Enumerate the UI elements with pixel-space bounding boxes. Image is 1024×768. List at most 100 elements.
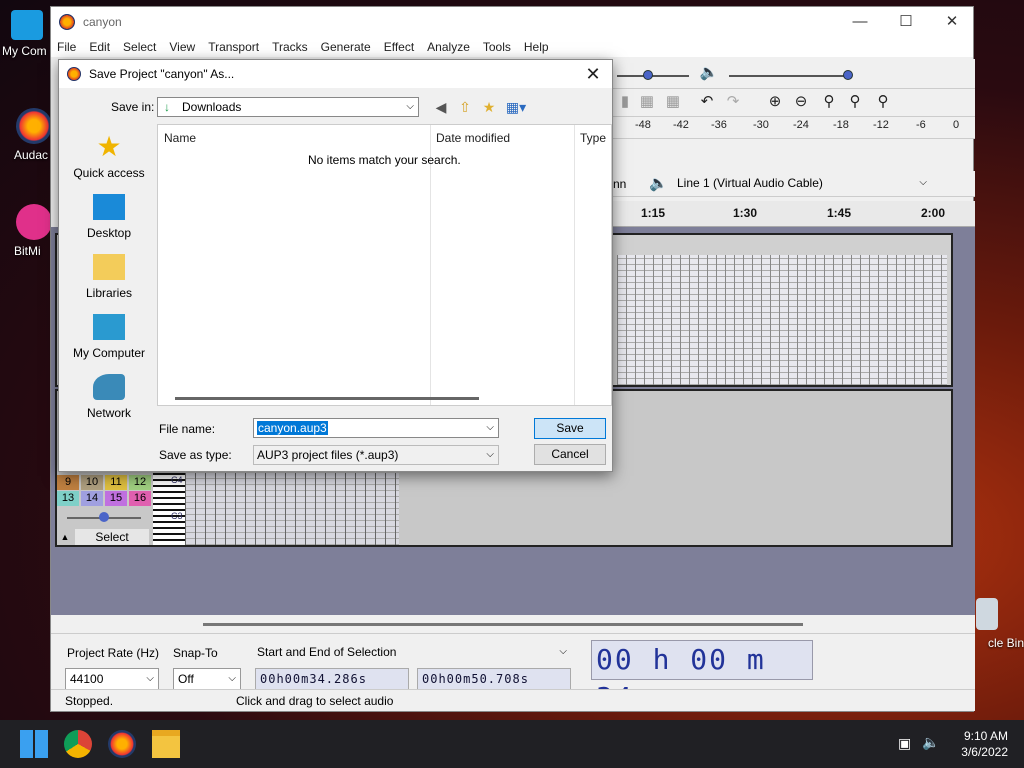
save-as-type-select[interactable]: AUP3 project files (*.aup3) ⌵ [253, 445, 499, 465]
chevron-down-icon[interactable]: ⌵ [486, 419, 494, 437]
bitmidi-icon [16, 204, 52, 240]
menu-view[interactable]: View [169, 40, 195, 54]
selection-toolbar: Project Rate (Hz) 44100 ⌵ Snap-To Off ⌵ … [51, 633, 975, 714]
file-list-scrollbar[interactable] [175, 397, 479, 400]
file-name-input[interactable]: canyon.aup3 ⌵ [253, 418, 499, 438]
zoom-toggle-icon[interactable]: ⚲ [871, 91, 895, 113]
clock[interactable]: 9:10 AM 3/6/2022 [961, 728, 1008, 760]
channel-11[interactable]: 11 [105, 475, 127, 490]
maximize-icon[interactable]: ☐ [883, 11, 929, 35]
menu-transport[interactable]: Transport [208, 40, 259, 54]
playback-volume-slider[interactable] [729, 75, 849, 77]
up-folder-icon[interactable]: ⇧ [455, 97, 475, 117]
menu-select[interactable]: Select [123, 40, 156, 54]
cancel-button[interactable]: Cancel [534, 444, 606, 465]
meter-tick: -6 [916, 119, 926, 131]
menu-analyze[interactable]: Analyze [427, 40, 470, 54]
meter-tick: -30 [753, 119, 769, 131]
desktop-icon [93, 194, 125, 220]
desktop-icon-label: BitMi [14, 244, 41, 258]
save-in-select[interactable]: ↓ Downloads ⌵ [157, 97, 419, 117]
velocity-knob[interactable] [99, 512, 109, 522]
audacity-taskbar-icon[interactable] [108, 730, 136, 758]
fit-project-icon[interactable]: ⚲ [843, 91, 867, 113]
output-device-select[interactable]: Line 1 (Virtual Audio Cable) ⌵ [673, 173, 931, 193]
channel-13[interactable]: 13 [57, 491, 79, 506]
save-button[interactable]: Save [534, 418, 606, 439]
desktop-icon-label: Audac [14, 148, 49, 162]
fit-selection-icon[interactable]: ⚲ [817, 91, 841, 113]
snap-to-select[interactable]: Off ⌵ [173, 668, 241, 690]
silence-icon[interactable]: ▦ [635, 91, 659, 113]
channel-14[interactable]: 14 [81, 491, 103, 506]
selection-mode-select[interactable]: Start and End of Selection ⌵ [253, 642, 571, 664]
menu-edit[interactable]: Edit [89, 40, 110, 54]
place-my-computer[interactable]: My Computer [63, 314, 155, 360]
clock-date: 3/6/2022 [961, 745, 1008, 759]
collapse-track-button[interactable]: ▲ [57, 529, 73, 545]
chevron-down-icon: ⌵ [486, 449, 494, 460]
desktop-icon-bitmidi[interactable]: BitMi [14, 204, 54, 258]
download-arrow-icon: ↓ [164, 100, 170, 114]
trim-icon[interactable]: ▮ [613, 91, 637, 113]
selection-end-time[interactable]: 00h00m50.708s [417, 668, 571, 690]
channel-10[interactable]: 10 [81, 475, 103, 490]
place-label: Desktop [86, 226, 132, 240]
audio-position-display[interactable]: 00 h 00 m 34 s [591, 640, 813, 714]
windows-start-icon[interactable] [20, 730, 48, 758]
back-icon[interactable]: ◀ [431, 97, 451, 117]
window-title: canyon [83, 15, 122, 29]
redo-icon[interactable]: ↷ [721, 91, 745, 113]
meter-tick: -42 [673, 119, 689, 131]
network-status-icon[interactable]: ▣ [898, 735, 911, 752]
recording-volume-knob[interactable] [643, 70, 653, 80]
undo-icon[interactable]: ↶ [695, 91, 719, 113]
scrollbar-thumb[interactable] [203, 623, 803, 626]
output-device-value: Line 1 (Virtual Audio Cable) [677, 176, 823, 190]
note-track-notes [617, 255, 947, 385]
place-quick-access[interactable]: ★ Quick access [63, 133, 155, 181]
menu-tools[interactable]: Tools [483, 40, 511, 54]
channel-9[interactable]: 9 [57, 475, 79, 490]
recording-volume-slider[interactable] [617, 75, 689, 77]
new-folder-icon[interactable]: ★ [479, 97, 499, 117]
place-desktop[interactable]: Desktop [63, 194, 155, 240]
close-icon[interactable]: ✕ [929, 11, 975, 35]
project-rate-select[interactable]: 44100 ⌵ [65, 668, 159, 690]
minimize-icon[interactable]: — [837, 11, 883, 35]
audacity-icon [16, 108, 52, 144]
place-network[interactable]: Network [63, 374, 155, 420]
close-icon[interactable]: ✕ [580, 62, 606, 86]
channel-12[interactable]: 12 [129, 475, 151, 490]
select-track-button[interactable]: Select [75, 529, 149, 545]
column-type[interactable]: Type [580, 131, 606, 145]
menu-help[interactable]: Help [524, 40, 549, 54]
zoom-out-icon[interactable]: ⊖ [789, 91, 813, 113]
column-name[interactable]: Name [164, 131, 196, 145]
menu-tracks[interactable]: Tracks [272, 40, 308, 54]
file-list[interactable]: Name Date modified Type No items match y… [157, 124, 612, 406]
menu-generate[interactable]: Generate [321, 40, 371, 54]
view-menu-icon[interactable]: ▦▾ [503, 97, 529, 117]
selection-start-time[interactable]: 00h00m34.286s [255, 668, 409, 690]
volume-icon[interactable]: 🔈 [922, 734, 939, 751]
zoom-in-icon[interactable]: ⊕ [763, 91, 787, 113]
playback-volume-knob[interactable] [843, 70, 853, 80]
menu-effect[interactable]: Effect [384, 40, 414, 54]
save-as-type-value: AUP3 project files (*.aup3) [257, 448, 399, 462]
desktop-icon-recycle-bin[interactable]: cle Bin [972, 598, 1024, 650]
chrome-icon[interactable] [64, 730, 92, 758]
channel-15[interactable]: 15 [105, 491, 127, 506]
desktop-icon-my-computer[interactable]: My Com [2, 10, 52, 58]
channel-16[interactable]: 16 [129, 491, 151, 506]
horizontal-scrollbar[interactable] [51, 615, 975, 633]
waveform-icon[interactable]: ▦ [661, 91, 685, 113]
desktop-icon-audacity[interactable]: Audac [14, 108, 54, 162]
timeline-ruler[interactable]: 1:15 1:30 1:45 2:00 [613, 201, 975, 227]
audacity-logo-icon [59, 14, 75, 30]
file-explorer-icon[interactable] [152, 730, 180, 758]
place-libraries[interactable]: Libraries [63, 254, 155, 300]
places-bar: ★ Quick access Desktop Libraries My Comp… [63, 124, 155, 424]
column-date-modified[interactable]: Date modified [436, 131, 510, 145]
menu-file[interactable]: File [57, 40, 76, 54]
